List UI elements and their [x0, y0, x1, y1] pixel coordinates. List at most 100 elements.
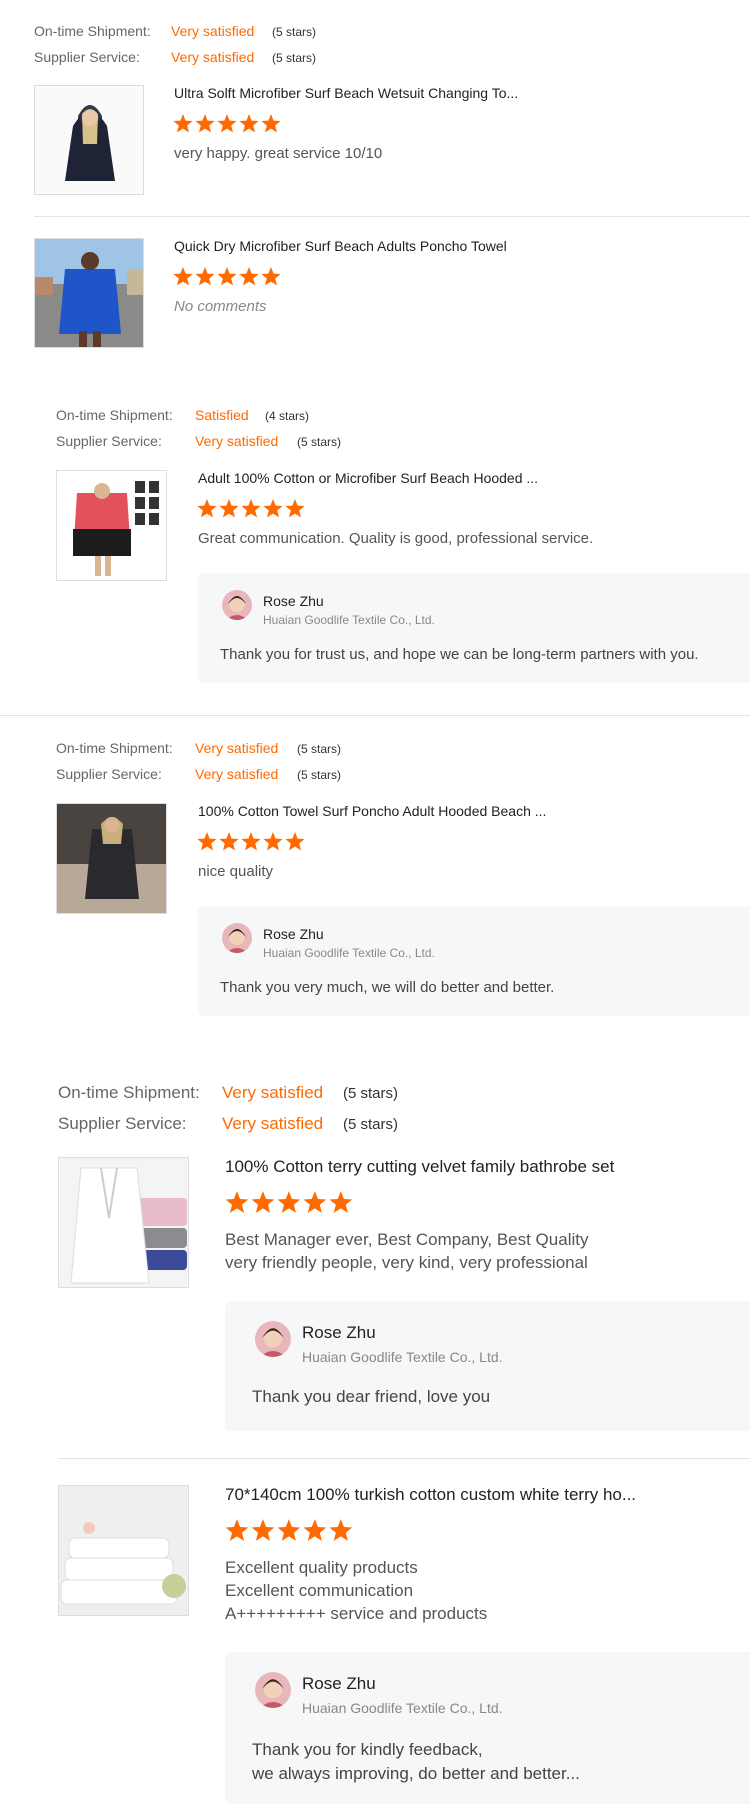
service-value: Very satisfied	[222, 1114, 324, 1133]
star-icon	[197, 832, 217, 851]
shipment-stars: (5 stars)	[272, 25, 317, 39]
reply-company: Huaian Goodlife Textile Co., Ltd.	[263, 613, 435, 627]
reply-author-name: Rose Zhu	[263, 593, 324, 609]
shipment-label: On-time Shipment:	[56, 407, 173, 423]
service-stars: (5 stars)	[297, 768, 342, 782]
avatar	[222, 923, 252, 953]
shipment-value: Satisfied	[195, 407, 249, 423]
shipment-stars: (5 stars)	[343, 1085, 399, 1102]
product-image[interactable]	[34, 238, 144, 348]
star-icon	[173, 267, 193, 286]
star-icon	[329, 1191, 353, 1213]
avatar	[222, 590, 252, 620]
reply-author-name: Rose Zhu	[302, 1674, 376, 1693]
product-title[interactable]: 70*140cm 100% turkish cotton custom whit…	[225, 1485, 636, 1505]
divider	[34, 216, 750, 217]
star-icon	[197, 499, 217, 518]
comment-line: Best Manager ever, Best Company, Best Qu…	[225, 1230, 589, 1249]
product-title[interactable]: Ultra Solft Microfiber Surf Beach Wetsui…	[174, 85, 518, 101]
shipment-stars: (5 stars)	[297, 742, 342, 756]
service-stars: (5 stars)	[297, 435, 342, 449]
review-comment: Best Manager ever, Best Company, Best Qu…	[225, 1228, 588, 1274]
product-title[interactable]: Quick Dry Microfiber Surf Beach Adults P…	[174, 238, 507, 254]
supplier-reply: Rose Zhu Huaian Goodlife Textile Co., Lt…	[225, 1652, 750, 1804]
reply-author-name: Rose Zhu	[263, 926, 324, 942]
service-label: Supplier Service:	[58, 1114, 187, 1133]
product-image[interactable]	[58, 1485, 189, 1616]
product-image[interactable]	[56, 470, 167, 581]
star-icon	[261, 267, 281, 286]
reply-text: Thank you for kindly feedback, we always…	[252, 1738, 580, 1786]
star-icon	[251, 1519, 275, 1541]
star-icon	[239, 114, 259, 133]
avatar	[255, 1672, 291, 1708]
star-icon	[329, 1519, 353, 1541]
star-icon	[263, 832, 283, 851]
star-icon	[173, 114, 193, 133]
reply-company: Huaian Goodlife Textile Co., Ltd.	[263, 946, 435, 960]
comment-line: very friendly people, very kind, very pr…	[225, 1253, 588, 1272]
product-title[interactable]: 100% Cotton terry cutting velvet family …	[225, 1157, 614, 1177]
supplier-reply: Rose Zhu Huaian Goodlife Textile Co., Lt…	[225, 1301, 750, 1431]
star-icon	[241, 832, 261, 851]
rating-stars	[224, 1518, 354, 1549]
rating-stars	[196, 831, 306, 858]
product-title[interactable]: Adult 100% Cotton or Microfiber Surf Bea…	[198, 470, 538, 486]
service-label: Supplier Service:	[56, 766, 162, 782]
product-image[interactable]	[58, 1157, 189, 1288]
service-stars: (5 stars)	[272, 51, 317, 65]
service-label: Supplier Service:	[34, 49, 140, 65]
shipment-label: On-time Shipment:	[58, 1083, 200, 1102]
reply-author-name: Rose Zhu	[302, 1323, 376, 1342]
supplier-reply: Rose Zhu Huaian Goodlife Textile Co., Lt…	[198, 906, 750, 1016]
reply-line: Thank you for kindly feedback,	[252, 1740, 483, 1759]
star-icon	[195, 114, 215, 133]
review-comment: nice quality	[198, 863, 274, 880]
star-icon	[217, 267, 237, 286]
divider	[0, 715, 750, 716]
star-icon	[217, 114, 237, 133]
rating-stars	[172, 113, 282, 140]
star-icon	[285, 832, 305, 851]
comment-line: Excellent communication	[225, 1581, 414, 1600]
review-comment: Excellent quality products Excellent com…	[225, 1556, 487, 1625]
star-icon	[251, 1191, 275, 1213]
avatar	[255, 1321, 291, 1357]
star-icon	[261, 114, 281, 133]
star-icon	[225, 1191, 249, 1213]
review-comment: No comments	[174, 298, 267, 315]
product-image[interactable]	[56, 803, 167, 914]
service-value: Very satisfied	[195, 766, 279, 782]
star-icon	[285, 499, 305, 518]
reply-text: Thank you dear friend, love you	[252, 1387, 491, 1406]
service-value: Very satisfied	[171, 49, 255, 65]
product-image[interactable]	[34, 85, 144, 195]
service-value: Very satisfied	[195, 433, 279, 449]
comment-line: Excellent quality products	[225, 1558, 418, 1577]
review-comment: very happy. great service 10/10	[174, 145, 383, 162]
star-icon	[277, 1519, 301, 1541]
star-icon	[277, 1191, 301, 1213]
supplier-reply: Rose Zhu Huaian Goodlife Textile Co., Lt…	[198, 573, 750, 683]
service-label: Supplier Service:	[56, 433, 162, 449]
reply-line: we always improving, do better and bette…	[252, 1764, 580, 1783]
star-icon	[241, 499, 261, 518]
star-icon	[263, 499, 283, 518]
star-icon	[303, 1519, 327, 1541]
reply-company: Huaian Goodlife Textile Co., Ltd.	[302, 1700, 503, 1716]
divider	[58, 1458, 750, 1459]
star-icon	[195, 267, 215, 286]
reply-text: Thank you for trust us, and hope we can …	[220, 646, 699, 663]
star-icon	[225, 1519, 249, 1541]
comment-line: A+++++++++ service and products	[225, 1604, 488, 1623]
shipment-label: On-time Shipment:	[56, 740, 173, 756]
service-stars: (5 stars)	[343, 1116, 399, 1133]
rating-stars	[196, 498, 306, 525]
star-icon	[303, 1191, 327, 1213]
shipment-label: On-time Shipment:	[34, 23, 151, 39]
reply-company: Huaian Goodlife Textile Co., Ltd.	[302, 1349, 503, 1365]
product-title[interactable]: 100% Cotton Towel Surf Poncho Adult Hood…	[198, 803, 546, 819]
shipment-value: Very satisfied	[195, 740, 279, 756]
reply-text: Thank you very much, we will do better a…	[220, 979, 555, 996]
star-icon	[219, 499, 239, 518]
